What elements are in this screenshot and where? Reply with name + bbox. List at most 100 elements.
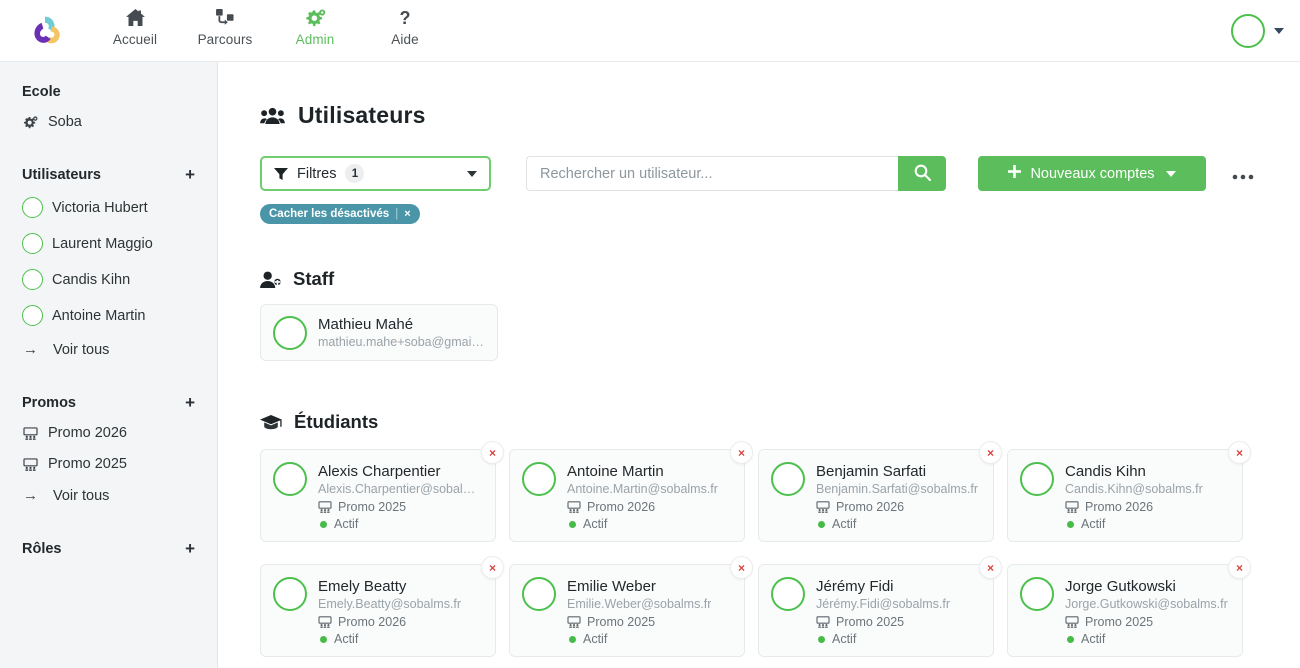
status-dot-icon bbox=[818, 635, 825, 643]
sidebar-item-promo-2026[interactable]: Promo 2026 bbox=[22, 425, 217, 441]
sidebar-item-antoine-martin[interactable]: Antoine Martin bbox=[22, 305, 217, 326]
avatar bbox=[273, 577, 307, 611]
student-name: Emely Beatty bbox=[318, 578, 407, 595]
avatar bbox=[273, 462, 307, 496]
delete-student-button[interactable]: × bbox=[979, 556, 1002, 579]
student-card-text: Emely Beatty Emely.Beatty@sobalms.fr Pro… bbox=[318, 577, 461, 656]
more-options-button[interactable] bbox=[1232, 156, 1254, 191]
nav-item-label: Parcours bbox=[197, 31, 253, 47]
student-status: Actif bbox=[567, 517, 718, 531]
avatar bbox=[22, 305, 43, 326]
new-accounts-button[interactable]: Nouveaux comptes bbox=[978, 156, 1206, 191]
close-icon: × bbox=[488, 560, 496, 575]
close-icon: × bbox=[737, 445, 745, 460]
filter-chip-cacher-desactives[interactable]: Cacher les désactivés | × bbox=[260, 204, 420, 224]
student-name: Antoine Martin bbox=[567, 463, 664, 480]
close-icon: × bbox=[737, 560, 745, 575]
student-email: Antoine.Martin@sobalms.fr bbox=[567, 482, 718, 496]
student-status: Actif bbox=[816, 517, 978, 531]
delete-student-button[interactable]: × bbox=[1228, 556, 1251, 579]
student-card[interactable]: Jérémy Fidi Jérémy.Fidi@sobalms.fr Promo… bbox=[758, 556, 1002, 657]
filter-chip-separator: | bbox=[395, 208, 399, 220]
add-promo-button[interactable]: + bbox=[185, 394, 195, 411]
top-navigation-bar: Accueil Parcours Admin ? Aide bbox=[0, 0, 1300, 62]
student-card[interactable]: Emilie Weber Emilie.Weber@sobalms.fr Pro… bbox=[509, 556, 753, 657]
add-user-button[interactable]: + bbox=[185, 166, 195, 183]
avatar bbox=[22, 197, 43, 218]
sidebar-item-laurent-maggio[interactable]: Laurent Maggio bbox=[22, 233, 217, 254]
sidebar-section-roles: Rôles + bbox=[0, 540, 217, 557]
account-avatar[interactable] bbox=[1231, 13, 1265, 48]
student-status-label: Actif bbox=[583, 517, 608, 531]
search-button[interactable] bbox=[898, 156, 946, 191]
nav-item-aide[interactable]: ? Aide bbox=[360, 8, 450, 56]
close-icon[interactable]: × bbox=[404, 208, 410, 220]
status-dot-icon bbox=[1067, 520, 1074, 528]
status-dot-icon bbox=[320, 520, 327, 528]
classroom-icon bbox=[816, 616, 830, 628]
search-input[interactable] bbox=[526, 156, 898, 191]
student-email: Candis.Kihn@sobalms.fr bbox=[1065, 482, 1203, 496]
sidebar-item-victoria-hubert[interactable]: Victoria Hubert bbox=[22, 197, 217, 218]
pinwheel-logo-icon bbox=[34, 16, 60, 43]
nav-item-parcours[interactable]: Parcours bbox=[180, 8, 270, 56]
sidebar-promos-see-all[interactable]: → Voir tous bbox=[22, 487, 217, 504]
student-card-text: Antoine Martin Antoine.Martin@sobalms.fr… bbox=[567, 462, 718, 541]
sidebar-item-label: Voir tous bbox=[53, 487, 110, 504]
user-plus-icon bbox=[260, 271, 281, 288]
student-name: Benjamin Sarfati bbox=[816, 463, 927, 480]
student-card[interactable]: Jorge Gutkowski Jorge.Gutkowski@sobalms.… bbox=[1007, 556, 1251, 657]
student-card[interactable]: Emely Beatty Emely.Beatty@sobalms.fr Pro… bbox=[260, 556, 504, 657]
delete-student-button[interactable]: × bbox=[730, 556, 753, 579]
chevron-down-icon[interactable] bbox=[1274, 27, 1284, 34]
classroom-icon bbox=[567, 616, 581, 628]
student-card[interactable]: Candis Kihn Candis.Kihn@sobalms.fr Promo… bbox=[1007, 441, 1251, 542]
sidebar-section-utilisateurs: Utilisateurs + Victoria Hubert Laurent M… bbox=[0, 166, 217, 358]
sidebar-section-promos: Promos + Promo 2026 Promo 2025 → Voir to… bbox=[0, 394, 217, 504]
sidebar-item-soba[interactable]: Soba bbox=[22, 114, 217, 130]
student-status-label: Actif bbox=[832, 517, 857, 531]
student-promo: Promo 2025 bbox=[567, 615, 711, 629]
delete-student-button[interactable]: × bbox=[481, 441, 504, 464]
classroom-icon bbox=[22, 426, 39, 440]
sidebar-item-candis-kihn[interactable]: Candis Kihn bbox=[22, 269, 217, 290]
student-status: Actif bbox=[318, 632, 461, 646]
sidebar-item-label: Voir tous bbox=[53, 341, 110, 358]
filters-count-badge: 1 bbox=[345, 164, 365, 183]
avatar bbox=[273, 315, 307, 350]
filters-dropdown[interactable]: Filtres 1 bbox=[260, 156, 491, 191]
student-card-text: Candis Kihn Candis.Kihn@sobalms.fr Promo… bbox=[1065, 462, 1203, 541]
nav-item-accueil[interactable]: Accueil bbox=[90, 8, 180, 56]
staff-section-title: Staff bbox=[293, 268, 335, 289]
ellipsis-icon bbox=[1232, 164, 1254, 184]
student-promo-label: Promo 2026 bbox=[338, 615, 407, 629]
student-promo: Promo 2025 bbox=[1065, 615, 1228, 629]
account-menu bbox=[1231, 13, 1300, 48]
staff-card[interactable]: Mathieu Mahé mathieu.mahe+soba@gmail.... bbox=[260, 304, 498, 361]
add-role-button[interactable]: + bbox=[185, 540, 195, 557]
student-name: Candis Kihn bbox=[1065, 463, 1146, 480]
sidebar-section-title: Rôles + bbox=[22, 539, 195, 558]
student-promo-label: Promo 2026 bbox=[1085, 500, 1154, 514]
delete-student-button[interactable]: × bbox=[481, 556, 504, 579]
gears-icon bbox=[22, 115, 39, 129]
sidebar-item-promo-2025[interactable]: Promo 2025 bbox=[22, 456, 217, 472]
sidebar-users-see-all[interactable]: → Voir tous bbox=[22, 341, 217, 358]
nav-item-admin[interactable]: Admin bbox=[270, 8, 360, 56]
student-status: Actif bbox=[816, 632, 950, 646]
avatar bbox=[22, 233, 43, 254]
student-card[interactable]: Antoine Martin Antoine.Martin@sobalms.fr… bbox=[509, 441, 753, 542]
app-logo[interactable] bbox=[0, 0, 90, 62]
staff-grid: Mathieu Mahé mathieu.mahe+soba@gmail.... bbox=[260, 304, 1300, 361]
student-card[interactable]: Benjamin Sarfati Benjamin.Sarfati@sobalm… bbox=[758, 441, 1002, 542]
nav-item-label: Aide bbox=[391, 31, 419, 47]
avatar bbox=[771, 577, 805, 611]
search-icon bbox=[914, 164, 931, 184]
student-card[interactable]: Alexis Charpentier Alexis.Charpentier@so… bbox=[260, 441, 504, 542]
delete-student-button[interactable]: × bbox=[730, 441, 753, 464]
avatar bbox=[771, 462, 805, 496]
delete-student-button[interactable]: × bbox=[979, 441, 1002, 464]
classroom-icon bbox=[318, 501, 332, 513]
status-dot-icon bbox=[569, 635, 576, 643]
delete-student-button[interactable]: × bbox=[1228, 441, 1251, 464]
